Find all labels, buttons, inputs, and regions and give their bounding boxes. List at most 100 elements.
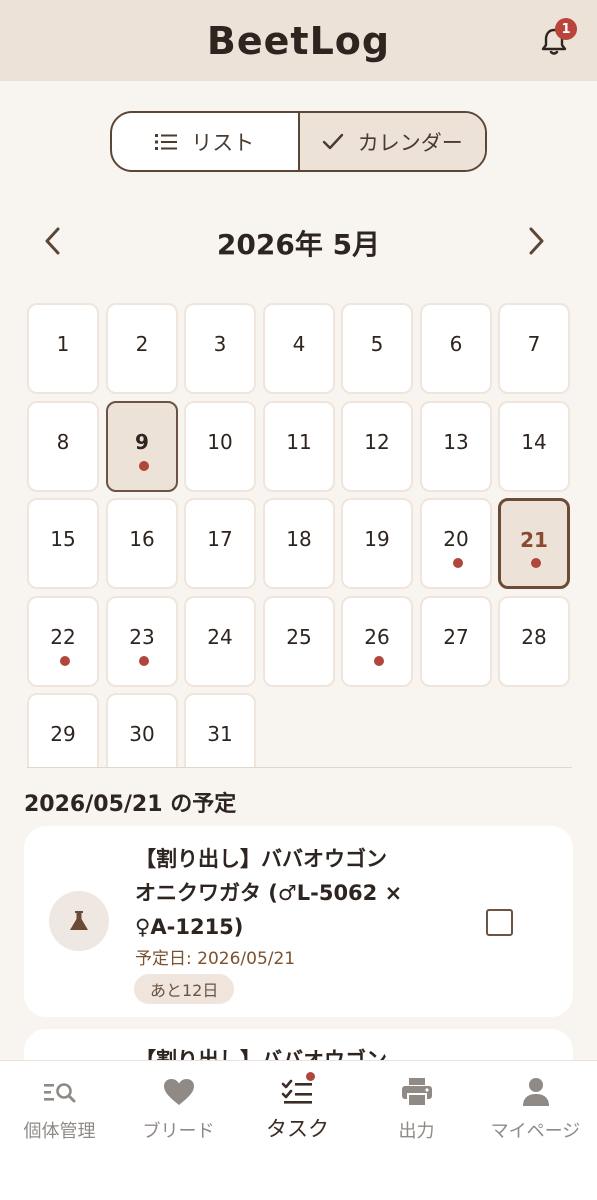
day-number: 24 [207, 625, 233, 649]
calendar-day[interactable]: 15 [27, 498, 99, 589]
list-view-label: リスト [191, 130, 255, 155]
calendar-day[interactable]: 6 [420, 303, 492, 394]
task-complete-checkbox[interactable] [486, 909, 513, 936]
calendar-day[interactable]: 9 [106, 401, 178, 492]
app-title: BeetLog [206, 18, 391, 63]
calendar-day[interactable]: 11 [263, 401, 335, 492]
calendar-day[interactable]: 28 [498, 596, 570, 687]
nav-label: タスク [266, 1117, 329, 1141]
nav-label: 出力 [398, 1121, 435, 1142]
day-number: 26 [364, 625, 390, 649]
nav-label: マイページ [490, 1121, 581, 1142]
day-number: 9 [135, 430, 149, 454]
notification-button[interactable]: 1 [538, 18, 577, 58]
notification-badge: 1 [555, 18, 577, 40]
nav-tab-individuals[interactable]: 個体管理 [0, 1061, 119, 1200]
day-number: 21 [520, 528, 548, 552]
day-number: 30 [129, 722, 155, 746]
day-number: 28 [521, 625, 547, 649]
calendar-view-button[interactable]: カレンダー [297, 113, 485, 170]
calendar-day[interactable]: 13 [420, 401, 492, 492]
calendar-day[interactable]: 3 [184, 303, 256, 394]
day-number: 23 [129, 625, 155, 649]
list-icon [155, 133, 178, 150]
task-type-icon [49, 891, 109, 951]
heart-icon [163, 1079, 194, 1105]
calendar-day[interactable]: 24 [184, 596, 256, 687]
day-number: 2 [135, 332, 149, 356]
day-number: 14 [521, 430, 547, 454]
day-number: 22 [50, 625, 76, 649]
task-due-date: 予定日: 2026/05/21 [135, 949, 296, 969]
remaining-days-badge: あと12日 [134, 974, 235, 1004]
calendar-day[interactable]: 4 [263, 303, 335, 394]
calendar-day[interactable]: 2 [106, 303, 178, 394]
calendar-day[interactable]: 26 [341, 596, 413, 687]
schedule-title: 2026/05/21 の予定 [24, 792, 237, 817]
nav-tab-breed[interactable]: ブリード [119, 1061, 238, 1200]
calendar-view-label: カレンダー [357, 130, 463, 155]
event-dot [60, 656, 70, 666]
list-view-button[interactable]: リスト [112, 113, 298, 170]
day-number: 18 [286, 527, 312, 551]
calendar-day[interactable]: 20 [420, 498, 492, 589]
view-toggle: リスト カレンダー [110, 111, 487, 172]
calendar-day[interactable]: 21 [498, 498, 570, 589]
event-dot [139, 461, 149, 471]
day-number: 27 [443, 625, 469, 649]
day-number: 19 [364, 527, 390, 551]
day-number: 29 [50, 722, 76, 746]
calendar-day[interactable]: 31 [184, 693, 256, 767]
flask-icon [70, 911, 88, 930]
day-number: 13 [443, 430, 469, 454]
next-month-button[interactable] [516, 221, 556, 261]
day-number: 11 [286, 430, 312, 454]
nav-tab-tasks[interactable]: タスク [238, 1061, 357, 1200]
calendar-grid: 1 2 3 4 5 6 7 8 9 10 11 12 13 14 15 16 17 18 19 20 21 22 23 24 2… [27, 303, 570, 767]
day-number: 5 [370, 332, 384, 356]
nav-label: ブリード [142, 1121, 215, 1142]
calendar-day[interactable]: 16 [106, 498, 178, 589]
event-dot [531, 558, 541, 568]
nav-tab-output[interactable]: 出力 [357, 1061, 476, 1200]
check-icon [322, 133, 343, 149]
bottom-navigation: 個体管理 ブリード タスク 出力 マイページ [0, 1060, 597, 1200]
day-number: 1 [56, 332, 70, 356]
task-title-line: オニクワガタ (♂L-5062 × [135, 881, 403, 905]
month-title: 2026年 5月 [216, 228, 381, 261]
divider [27, 767, 572, 768]
calendar-day[interactable]: 23 [106, 596, 178, 687]
calendar-day[interactable]: 12 [341, 401, 413, 492]
day-number: 3 [213, 332, 227, 356]
calendar-day[interactable]: 8 [27, 401, 99, 492]
day-number: 6 [449, 332, 463, 356]
day-number: 25 [286, 625, 312, 649]
task-title-line: 【割り出し】ババオウゴン [135, 847, 387, 871]
tasks-notification-dot [306, 1072, 315, 1081]
calendar-day[interactable]: 10 [184, 401, 256, 492]
calendar-day[interactable]: 29 [27, 693, 99, 767]
calendar-day[interactable]: 27 [420, 596, 492, 687]
day-number: 10 [207, 430, 233, 454]
calendar-day[interactable]: 22 [27, 596, 99, 687]
calendar-day[interactable]: 7 [498, 303, 570, 394]
calendar-day[interactable]: 17 [184, 498, 256, 589]
day-number: 12 [364, 430, 390, 454]
app-header: BeetLog 1 [0, 0, 597, 81]
calendar-day[interactable]: 14 [498, 401, 570, 492]
day-number: 16 [129, 527, 155, 551]
task-card[interactable]: 【割り出し】ババオウゴン オニクワガタ (♂L-5062 × ♀A-1215) … [24, 826, 573, 1017]
calendar-day[interactable]: 30 [106, 693, 178, 767]
nav-tab-mypage[interactable]: マイページ [476, 1061, 595, 1200]
user-icon [522, 1078, 549, 1106]
calendar-day[interactable]: 19 [341, 498, 413, 589]
task-title-line: ♀A-1215) [135, 915, 244, 939]
day-number: 7 [527, 332, 541, 356]
calendar-day[interactable]: 25 [263, 596, 335, 687]
day-number: 17 [207, 527, 233, 551]
calendar-day[interactable]: 18 [263, 498, 335, 589]
checklist-icon [281, 1079, 312, 1104]
calendar-day[interactable]: 1 [27, 303, 99, 394]
day-number: 4 [292, 332, 306, 356]
calendar-day[interactable]: 5 [341, 303, 413, 394]
